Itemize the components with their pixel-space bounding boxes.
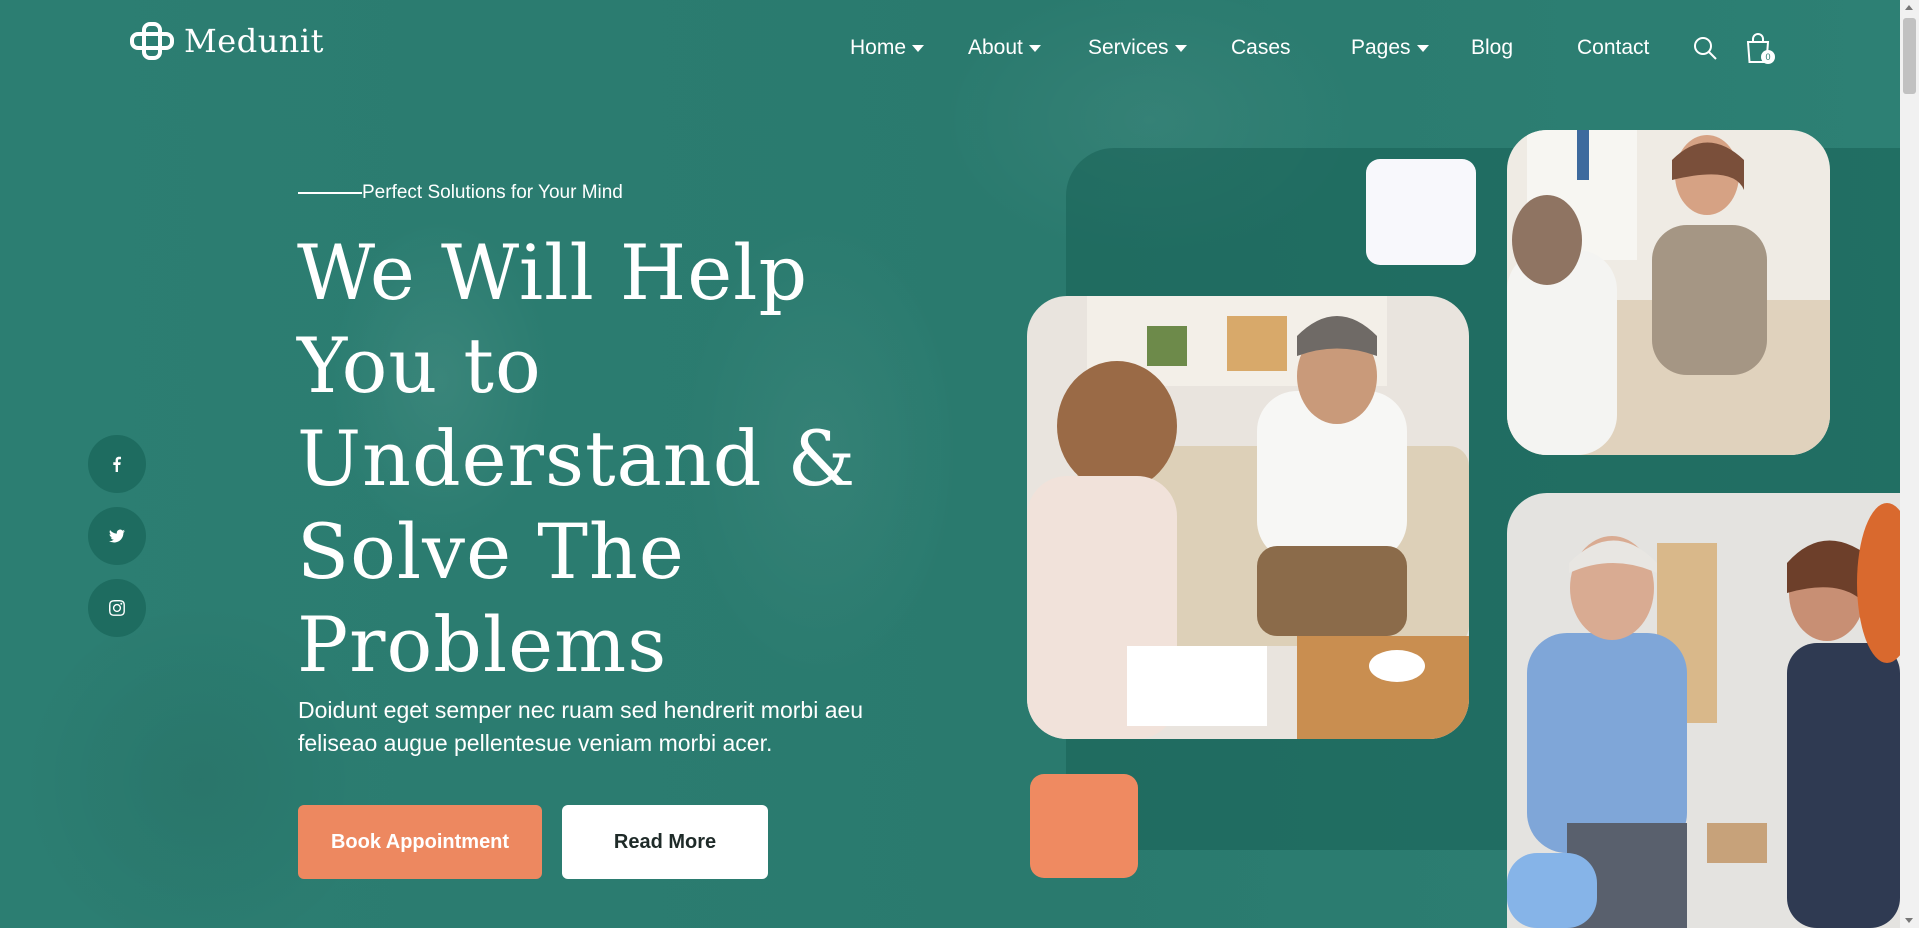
scroll-down-arrow-icon[interactable] [1905, 918, 1913, 923]
hero-tagline: Perfect Solutions for Your Mind [298, 182, 623, 204]
scrollbar-thumb[interactable] [1903, 18, 1916, 94]
tagline-divider [298, 192, 362, 194]
book-appointment-button[interactable]: Book Appointment [298, 805, 542, 879]
shopping-bag-icon[interactable]: 0 [1741, 30, 1777, 66]
cart-count-badge: 0 [1761, 50, 1775, 64]
nav-item-home[interactable]: Home [850, 36, 925, 60]
chevron-down-icon [1416, 44, 1429, 52]
instagram-icon [109, 600, 125, 616]
chevron-down-icon [1174, 44, 1187, 52]
nav-item-blog[interactable]: Blog [1471, 36, 1513, 60]
scroll-up-arrow-icon[interactable] [1905, 5, 1913, 10]
twitter-icon [109, 529, 125, 543]
decorative-white-square [1366, 159, 1476, 265]
brand-name: Medunit [184, 22, 324, 60]
hero-subtitle: Doidunt eget semper nec ruam sed hendrer… [298, 697, 864, 756]
facebook-link[interactable] [88, 435, 146, 493]
decorative-orange-square [1030, 774, 1138, 878]
nav-item-pages[interactable]: Pages [1351, 36, 1429, 60]
hero-title: We Will Help You to Understand & Solve T… [297, 228, 857, 689]
chevron-down-icon [1028, 44, 1041, 52]
instagram-link[interactable] [88, 579, 146, 637]
nav-item-about[interactable]: About [968, 36, 1041, 60]
page-scrollbar[interactable] [1900, 0, 1919, 928]
brand-logo[interactable]: Medunit [130, 22, 324, 60]
read-more-button[interactable]: Read More [562, 805, 768, 879]
counselor-photo [1507, 130, 1830, 455]
nav-item-cases[interactable]: Cases [1231, 36, 1291, 60]
nav-item-services[interactable]: Services [1088, 36, 1187, 60]
chevron-down-icon [912, 44, 925, 52]
group-therapy-photo [1507, 493, 1900, 928]
medical-cross-logo-icon [130, 22, 174, 60]
therapy-session-photo [1027, 296, 1469, 739]
nav-item-contact[interactable]: Contact [1577, 36, 1649, 60]
twitter-link[interactable] [88, 507, 146, 565]
search-icon[interactable] [1693, 36, 1717, 60]
facebook-icon [113, 456, 121, 472]
